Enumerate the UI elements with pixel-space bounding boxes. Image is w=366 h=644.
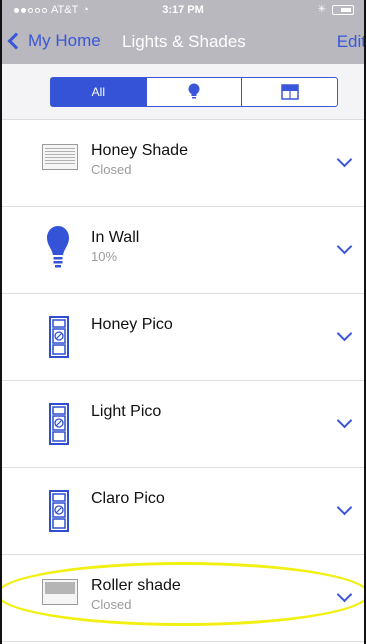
page-title: Lights & Shades <box>122 32 246 51</box>
filter-bar: All <box>2 64 364 120</box>
device-row-in-wall[interactable]: In Wall 10% <box>2 207 364 294</box>
chevron-down-icon[interactable] <box>336 151 353 168</box>
header: AT&T ◔ 3:17 PM ✳ My Home Lights & Shades… <box>2 0 364 64</box>
device-status: Closed <box>91 597 132 612</box>
device-name: Honey Pico <box>91 316 173 333</box>
device-row-honey-pico[interactable]: Honey Pico <box>2 294 364 381</box>
device-status: Closed <box>91 162 132 177</box>
device-row-light-pico[interactable]: Light Pico <box>2 381 364 468</box>
device-name: Claro Pico <box>91 490 165 507</box>
pico-remote-icon <box>49 490 69 537</box>
segment-lights[interactable] <box>147 78 243 106</box>
window-shade-icon <box>280 84 299 100</box>
roller-shade-icon <box>42 579 78 605</box>
segment-all[interactable]: All <box>51 78 147 106</box>
nav-bar: My Home Lights & Shades Edit <box>2 26 364 60</box>
honeycomb-shade-icon <box>42 144 78 170</box>
app-screen: AT&T ◔ 3:17 PM ✳ My Home Lights & Shades… <box>0 0 366 644</box>
status-time: 3:17 PM <box>162 4 204 16</box>
bulb-icon <box>188 83 200 99</box>
segment-shades[interactable] <box>242 78 337 106</box>
battery-icon <box>332 4 354 15</box>
chevron-down-icon[interactable] <box>336 499 353 516</box>
bulb-icon <box>46 225 70 276</box>
device-row-roller-shade[interactable]: Roller shade Closed <box>2 555 364 642</box>
chevron-down-icon[interactable] <box>336 238 353 255</box>
chevron-down-icon[interactable] <box>336 325 353 342</box>
device-name: Honey Shade <box>91 142 188 159</box>
status-bar: AT&T ◔ 3:17 PM ✳ <box>2 4 364 18</box>
pico-remote-icon <box>49 316 69 363</box>
chevron-down-icon[interactable] <box>336 412 353 429</box>
device-status: 10% <box>91 249 118 264</box>
edit-button[interactable]: Edit <box>337 32 364 52</box>
back-button[interactable]: My Home <box>7 31 101 51</box>
bluetooth-icon: ✳ <box>317 4 326 15</box>
device-row-honey-shade[interactable]: Honey Shade Closed <box>2 120 364 207</box>
device-name: In Wall <box>91 229 140 246</box>
chevron-left-icon <box>7 32 25 50</box>
device-list: Honey Shade Closed In Wall 10% Honey Pic… <box>2 120 364 642</box>
pico-remote-icon <box>49 403 69 450</box>
device-name: Light Pico <box>91 403 162 420</box>
device-row-claro-pico[interactable]: Claro Pico <box>2 468 364 555</box>
chevron-down-icon[interactable] <box>336 586 353 603</box>
device-name: Roller shade <box>91 577 181 594</box>
segmented-control: All <box>50 77 338 107</box>
back-button-label: My Home <box>28 31 101 50</box>
